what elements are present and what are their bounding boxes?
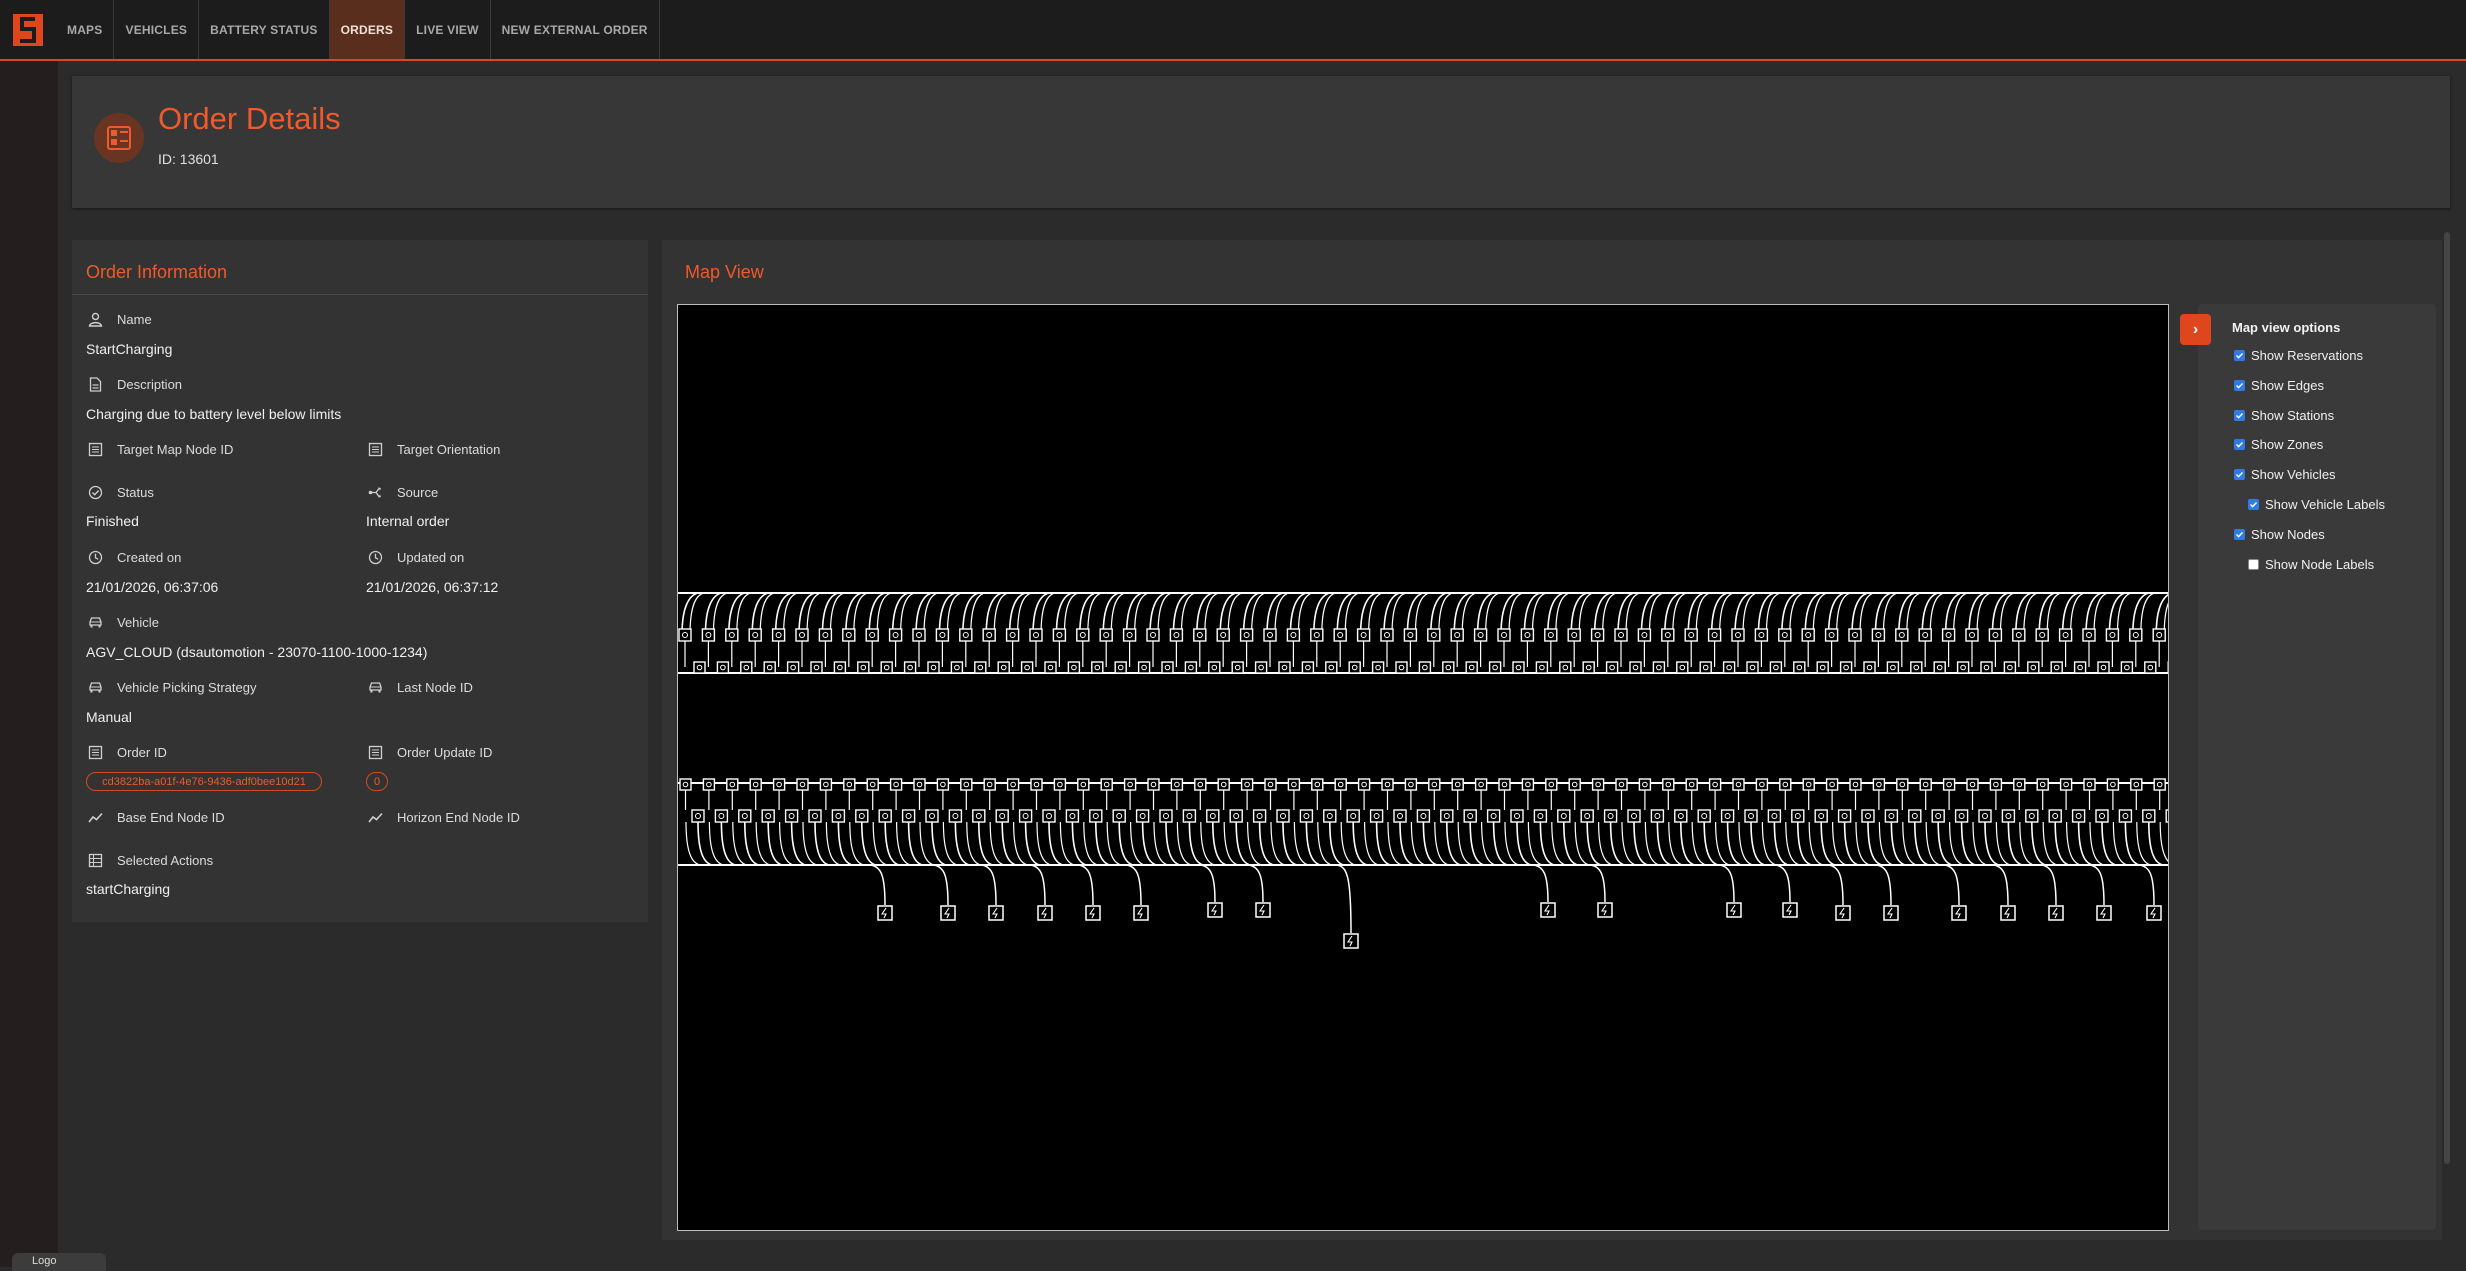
option-show-reservations[interactable]: Show Reservations [2234,348,2363,363]
option-show-zones[interactable]: Show Zones [2234,437,2323,452]
order-id-chip[interactable]: cd3822ba-a01f-4e76-9436-adf0bee10d21 [86,772,322,791]
source-value: Internal order [366,513,450,529]
map-options-title: Map view options [2232,320,2341,335]
picking-strategy-value: Manual [86,709,132,725]
vehicle-label: Vehicle [88,615,159,630]
option-show-edges[interactable]: Show Edges [2234,378,2324,393]
created-value: 21/01/2026, 06:37:06 [86,579,219,595]
list-icon [368,442,383,457]
option-show-vehicles[interactable]: Show Vehicles [2234,467,2336,482]
source-label: Source [368,485,438,500]
horizon-end-node-label: Horizon End Node ID [368,810,520,825]
selected-actions-label: Selected Actions [88,853,213,868]
updated-label: Updated on [368,550,464,565]
car-icon [369,682,382,693]
created-label: Created on [88,550,181,565]
tab-vehicles[interactable]: VEHICLES [114,0,200,59]
option-show-vehicle-labels[interactable]: Show Vehicle Labels [2248,497,2385,512]
checkbox-checked-icon[interactable] [2234,380,2245,391]
order-information-title: Order Information [86,262,228,282]
order-header-card: Order Details ID: 13601 [72,76,2450,208]
order-details-icon [94,113,144,163]
tab-live-view[interactable]: LIVE VIEW [405,0,491,59]
tab-new-external-order[interactable]: NEW EXTERNAL ORDER [491,0,660,59]
table-icon [88,853,103,868]
trend-icon [368,812,383,823]
name-label: Name [88,312,152,327]
description-value: Charging due to battery level below limi… [86,406,342,422]
car-icon [89,682,102,693]
map-graph[interactable] [678,305,2169,1231]
status-label: Status [88,485,154,500]
page-scrollbar[interactable] [2444,232,2450,1164]
selected-actions-value: startCharging [86,881,171,897]
checkbox-checked-icon[interactable] [2234,350,2245,361]
map-view-title: Map View [685,262,764,282]
checkbox-unchecked-icon[interactable] [2248,559,2259,570]
clock-icon [88,550,103,565]
checkbox-checked-icon[interactable] [2234,469,2245,480]
list-icon [88,745,103,760]
tab-battery-status[interactable]: BATTERY STATUS [199,0,330,59]
name-value: StartCharging [86,341,173,357]
checkbox-checked-icon[interactable] [2234,439,2245,450]
check-circle-icon [88,485,103,500]
checkbox-checked-icon[interactable] [2234,529,2245,540]
option-show-nodes[interactable]: Show Nodes [2234,527,2325,542]
list-icon [368,745,383,760]
base-end-node-label: Base End Node ID [88,810,225,825]
list-icon [88,442,103,457]
top-navbar: MAPS VEHICLES BATTERY STATUS ORDERS LIVE… [0,0,2466,61]
source-icon [368,487,381,498]
map-options-panel: Map view options Show Reservations Show … [2198,304,2436,1230]
logout-button[interactable]: Logo [12,1253,106,1271]
target-orientation-label: Target Orientation [368,442,500,457]
trend-icon [88,812,103,823]
vehicle-value: AGV_CLOUD (dsautomotion - 23070-1100-100… [86,644,428,660]
divider [72,294,648,295]
person-icon [88,312,103,327]
map-canvas[interactable] [677,304,2169,1231]
page-title: Order Details [158,101,341,136]
document-icon [89,377,102,392]
option-show-node-labels[interactable]: Show Node Labels [2248,557,2374,572]
tab-maps[interactable]: MAPS [56,0,115,59]
collapse-options-button[interactable]: › [2180,314,2211,345]
order-id-text: ID: 13601 [158,151,219,167]
option-show-stations[interactable]: Show Stations [2234,408,2334,423]
clock-icon [368,550,383,565]
target-node-label: Target Map Node ID [88,442,233,457]
app-logo[interactable] [13,14,43,46]
tab-orders[interactable]: ORDERS [329,0,406,59]
last-node-label: Last Node ID [368,680,473,695]
order-update-id-chip[interactable]: 0 [366,772,388,791]
nav-tabs: MAPS VEHICLES BATTERY STATUS ORDERS LIVE… [56,0,660,59]
status-value: Finished [86,513,139,529]
picking-strategy-label: Vehicle Picking Strategy [88,680,256,695]
order-information-card: Order Information Name StartCharging Des… [72,240,648,922]
order-id-label: Order ID [88,745,167,760]
checkbox-checked-icon[interactable] [2248,499,2259,510]
description-label: Description [88,377,182,392]
updated-value: 21/01/2026, 06:37:12 [366,579,499,595]
order-update-id-label: Order Update ID [368,745,492,760]
car-icon [89,617,102,628]
checkbox-checked-icon[interactable] [2234,410,2245,421]
left-sidebar-strip [0,61,58,1267]
